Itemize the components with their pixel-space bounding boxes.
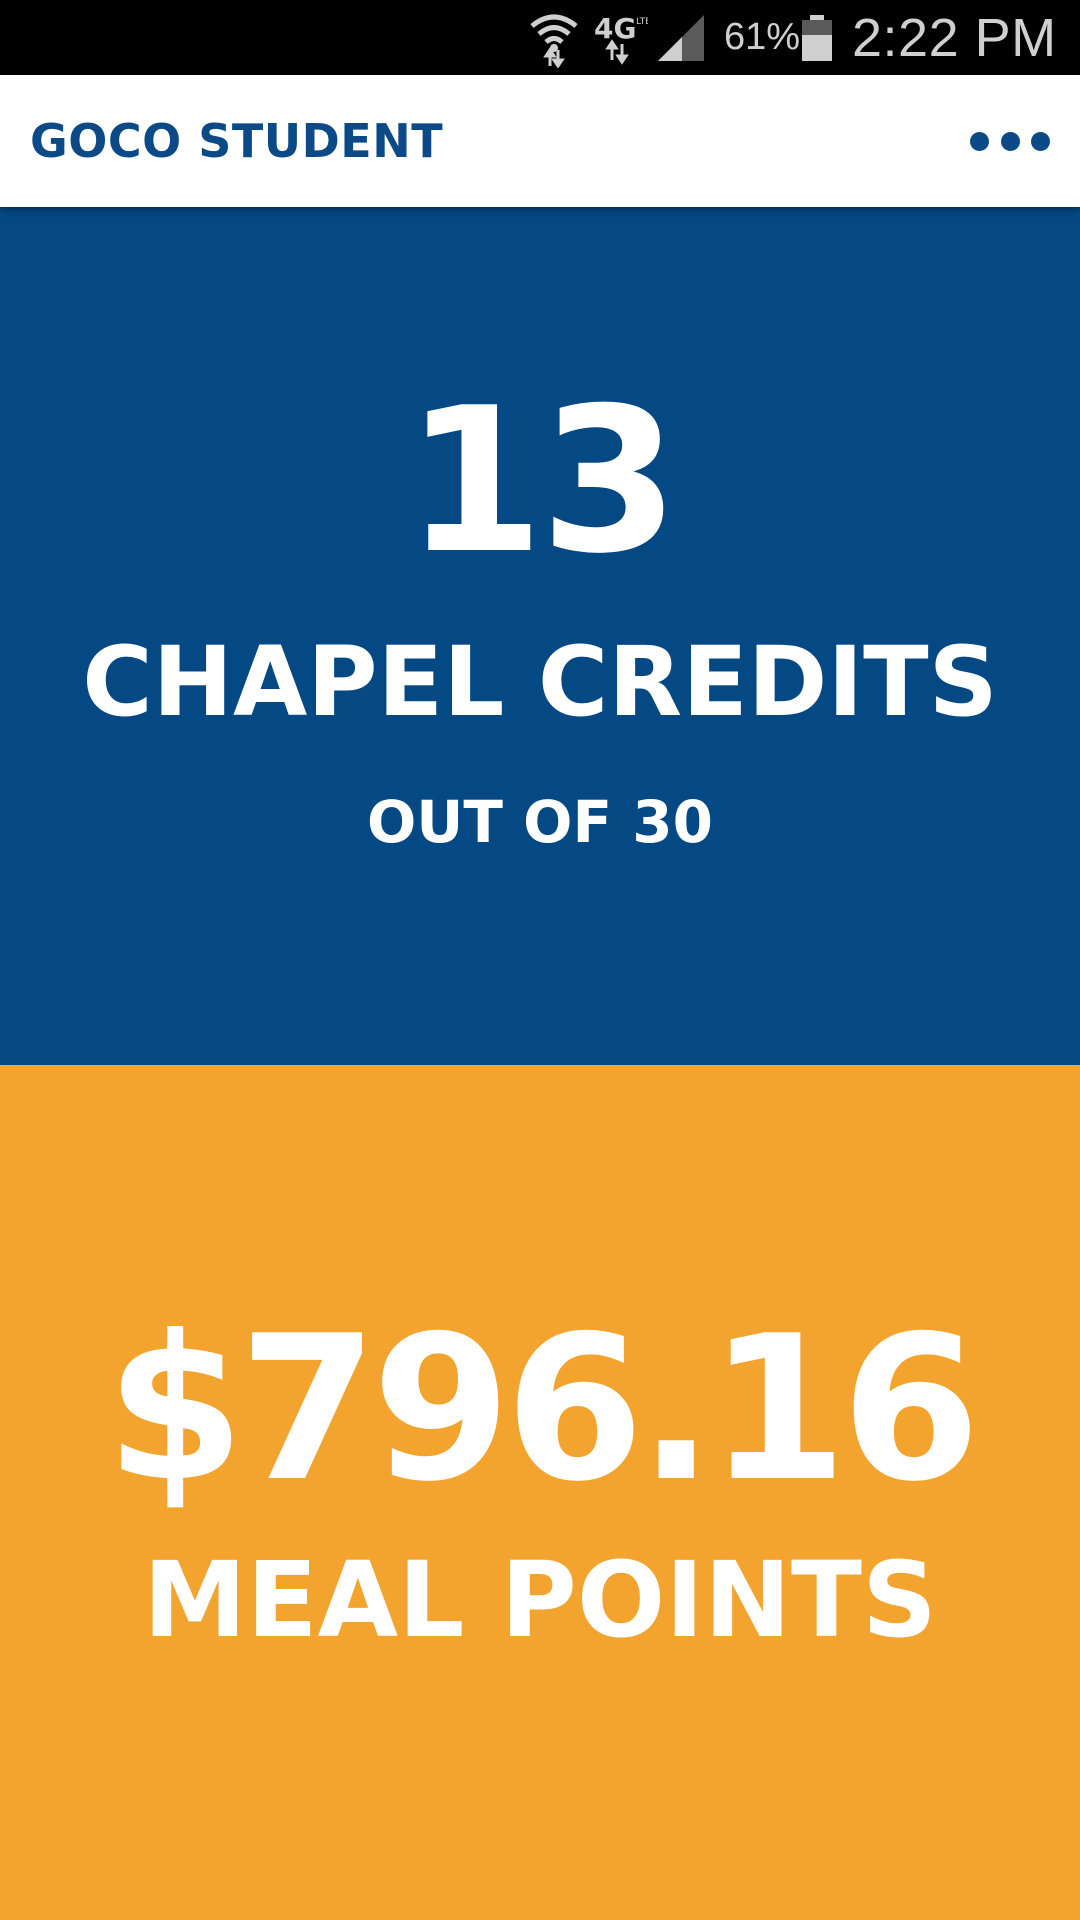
svg-text:LTE: LTE <box>636 17 648 27</box>
status-bar: 4G LTE 61% 2:22 PM <box>0 0 1080 75</box>
chapel-credits-label: CHAPEL CREDITS <box>82 626 998 738</box>
svg-text:4G: 4G <box>594 12 636 45</box>
signal-icon <box>656 0 710 75</box>
chapel-credits-count: 13 <box>404 365 679 598</box>
battery-percent: 61% <box>724 16 801 58</box>
4g-lte-icon: 4G LTE <box>592 0 650 75</box>
more-horizontal-icon <box>970 131 989 151</box>
more-options-button[interactable] <box>970 118 1050 164</box>
chapel-credits-total: OUT OF 30 <box>367 788 713 856</box>
meal-points-card[interactable]: $796.16 MEAL POINTS <box>0 1065 1080 1920</box>
meal-points-amount: $796.16 <box>105 1293 981 1526</box>
wifi-icon <box>528 0 584 75</box>
more-horizontal-icon <box>1031 131 1050 151</box>
meal-points-label: MEAL POINTS <box>143 1539 937 1661</box>
clock: 2:22 PM <box>852 7 1057 68</box>
more-horizontal-icon <box>1000 131 1020 151</box>
battery-icon <box>800 0 836 75</box>
app-bar: GOCO STUDENT <box>0 75 1080 207</box>
app-title: GOCO STUDENT <box>30 114 444 168</box>
chapel-credits-card[interactable]: 13 CHAPEL CREDITS OUT OF 30 <box>0 207 1080 1065</box>
